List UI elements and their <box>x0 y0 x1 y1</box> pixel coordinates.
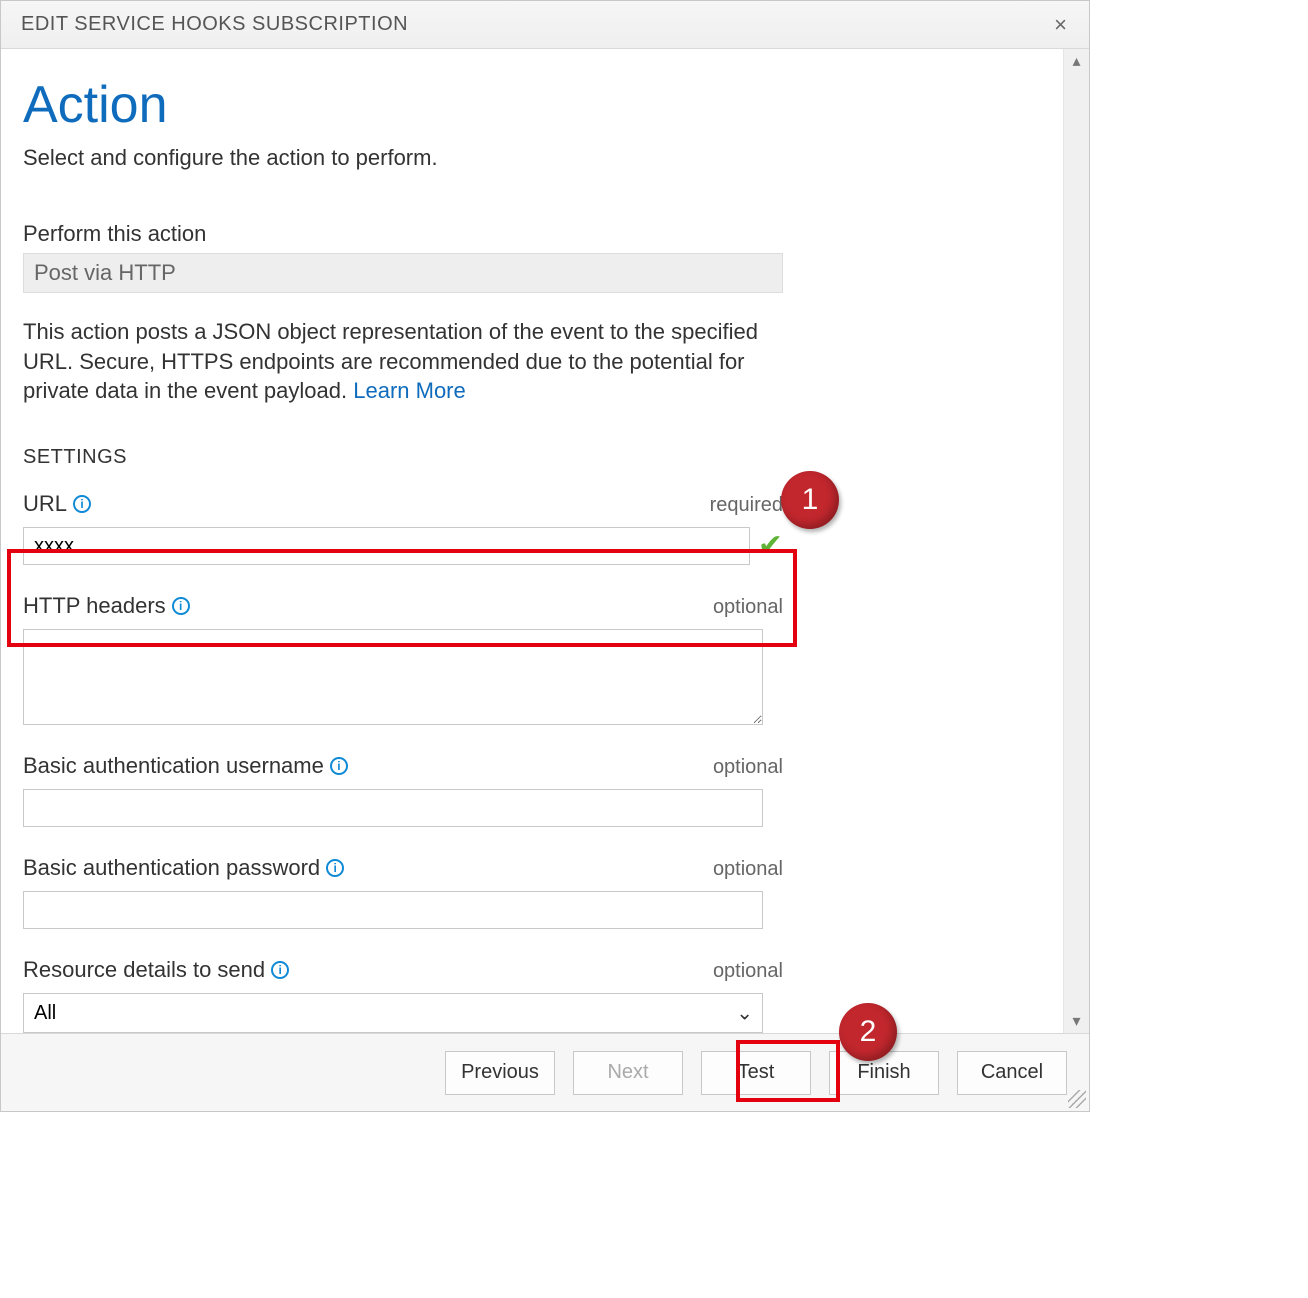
url-label: URL i <box>23 491 91 517</box>
url-input[interactable] <box>23 527 750 565</box>
settings-heading: SETTINGS <box>23 446 1043 469</box>
dialog-body: Action Select and configure the action t… <box>1 49 1089 1033</box>
content-area: Action Select and configure the action t… <box>1 49 1063 1033</box>
info-icon[interactable]: i <box>326 859 344 877</box>
cancel-button[interactable]: Cancel <box>957 1051 1067 1095</box>
test-button[interactable]: Test <box>701 1051 811 1095</box>
username-label-text: Basic authentication username <box>23 753 324 779</box>
info-icon[interactable]: i <box>271 961 289 979</box>
page-title: Action <box>23 75 1043 135</box>
url-hint: required <box>710 494 783 517</box>
password-label-text: Basic authentication password <box>23 855 320 881</box>
username-input[interactable] <box>23 789 763 827</box>
headers-label-text: HTTP headers <box>23 593 166 619</box>
action-label: Perform this action <box>23 221 1043 247</box>
dialog-title: EDIT SERVICE HOOKS SUBSCRIPTION <box>21 13 408 36</box>
resource-label: Resource details to send i <box>23 957 289 983</box>
username-hint: optional <box>713 756 783 779</box>
finish-button[interactable]: Finish <box>829 1051 939 1095</box>
dialog: EDIT SERVICE HOOKS SUBSCRIPTION × Action… <box>0 0 1090 1112</box>
resource-select[interactable] <box>23 993 763 1033</box>
url-label-text: URL <box>23 491 67 517</box>
resource-hint: optional <box>713 960 783 983</box>
learn-more-link[interactable]: Learn More <box>353 378 466 403</box>
previous-button[interactable]: Previous <box>445 1051 555 1095</box>
next-button: Next <box>573 1051 683 1095</box>
dialog-footer: Previous Next Test Finish Cancel <box>1 1033 1089 1111</box>
password-label: Basic authentication password i <box>23 855 344 881</box>
info-icon[interactable]: i <box>73 495 91 513</box>
headers-label: HTTP headers i <box>23 593 190 619</box>
info-icon[interactable]: i <box>330 757 348 775</box>
info-icon[interactable]: i <box>172 597 190 615</box>
username-label: Basic authentication username i <box>23 753 348 779</box>
password-hint: optional <box>713 858 783 881</box>
titlebar: EDIT SERVICE HOOKS SUBSCRIPTION × <box>1 1 1089 49</box>
headers-input[interactable] <box>23 629 763 725</box>
scroll-up-icon[interactable]: ▴ <box>1064 49 1089 73</box>
headers-hint: optional <box>713 596 783 619</box>
check-icon: ✔ <box>758 531 783 561</box>
close-icon[interactable]: × <box>1046 8 1075 42</box>
resource-label-text: Resource details to send <box>23 957 265 983</box>
action-description: This action posts a JSON object represen… <box>23 317 783 406</box>
password-input[interactable] <box>23 891 763 929</box>
resize-grip-icon[interactable] <box>1068 1090 1086 1108</box>
settings-block: URL i required ✔ HTTP headers i optional <box>23 491 783 1033</box>
scrollbar[interactable]: ▴ ▾ <box>1063 49 1089 1033</box>
action-value: Post via HTTP <box>23 253 783 293</box>
page-subtitle: Select and configure the action to perfo… <box>23 145 1043 171</box>
scroll-down-icon[interactable]: ▾ <box>1064 1009 1089 1033</box>
